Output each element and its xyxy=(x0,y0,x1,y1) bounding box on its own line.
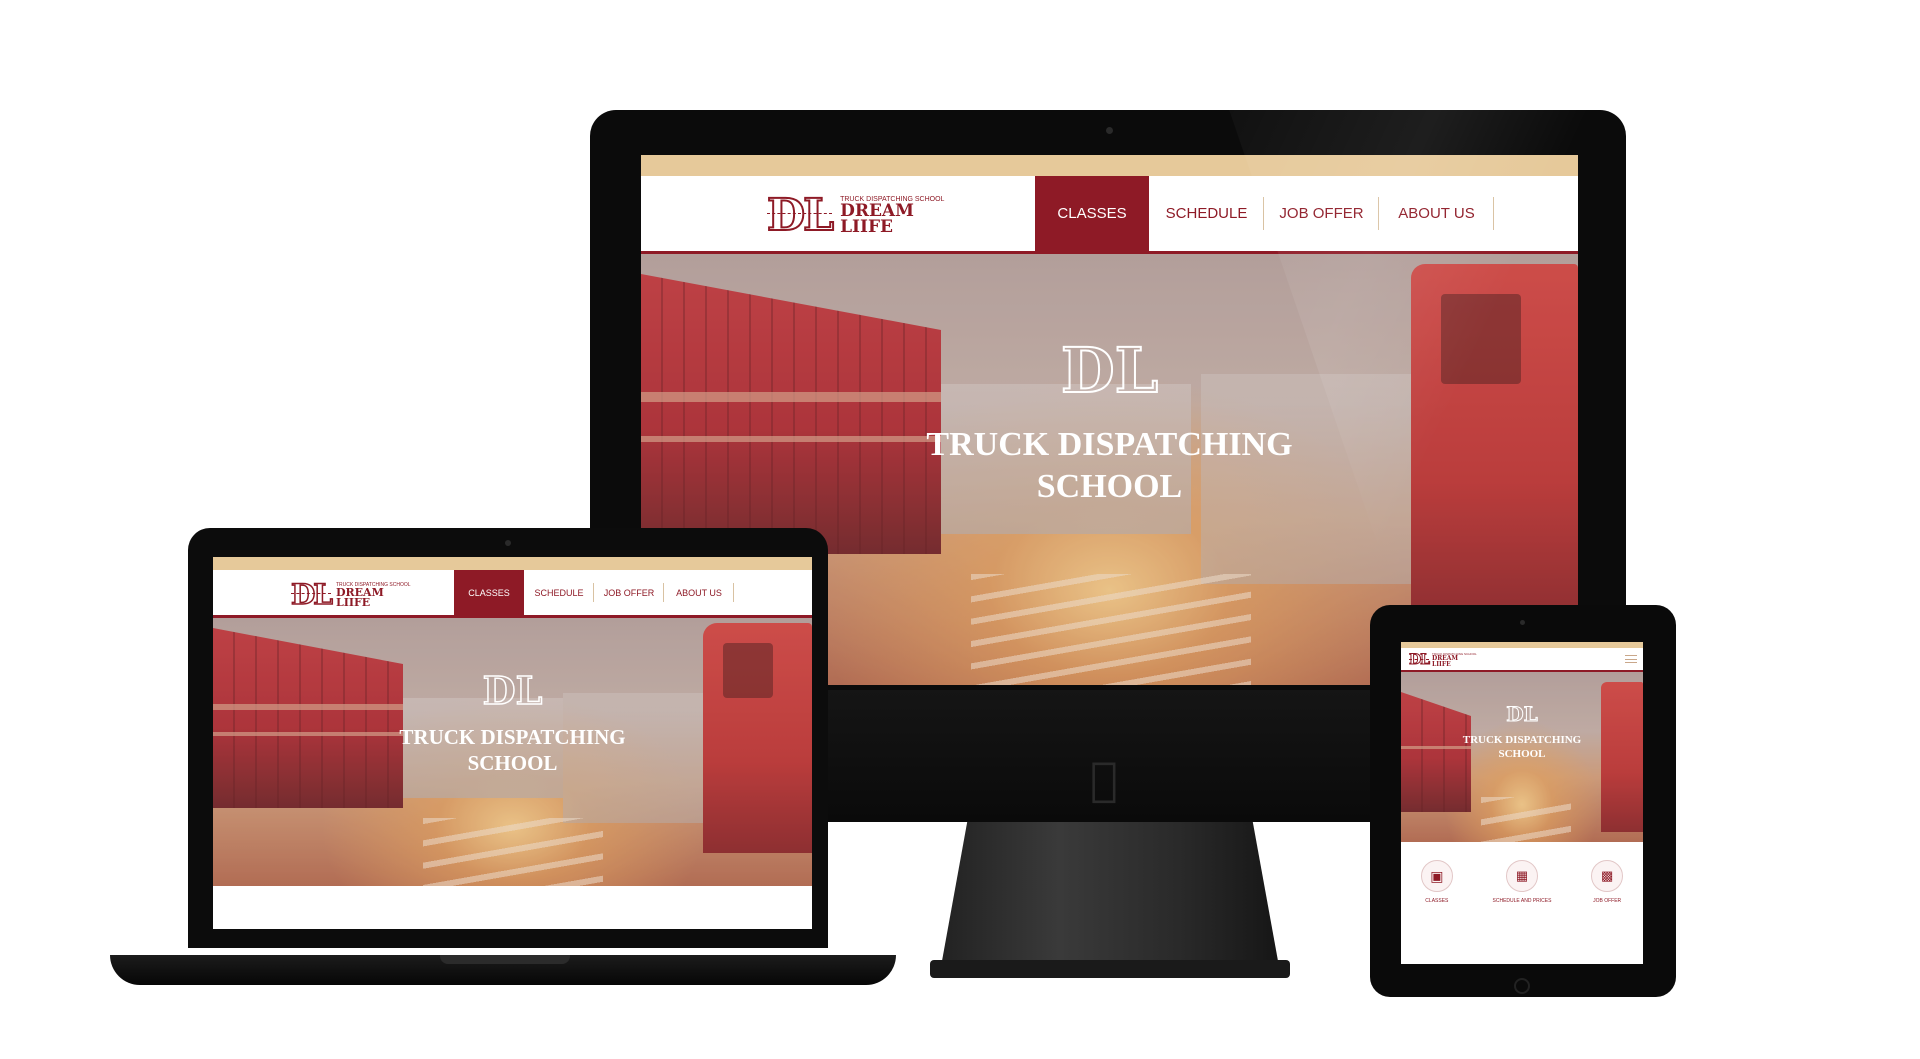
logo-name-line2: LIIFE xyxy=(335,595,371,609)
logo-mark: DL xyxy=(290,577,333,612)
briefcase-icon: ▩ xyxy=(1591,860,1624,892)
site-logo[interactable]: DL TRUCK DISPATCHING SCHOOL DREAM LIIFE xyxy=(290,577,410,612)
laptop-notch xyxy=(440,955,570,964)
hero-title-line2: SCHOOL xyxy=(1036,468,1183,505)
hero-title-line1: TRUCK DISPATCHING xyxy=(399,725,626,749)
feature-label: JOB OFFER xyxy=(1593,898,1622,904)
site-header: DL TRUCK DISPATCHING SCHOOL DREAM LIIFE … xyxy=(641,176,1578,254)
hero-title-line2: SCHOOL xyxy=(467,751,558,775)
nav-about-us[interactable]: ABOUT US xyxy=(1379,176,1494,251)
monitor-stand xyxy=(940,822,1280,972)
monitor-icon: ▣ xyxy=(1420,860,1453,892)
logo-name-line2: LIIFE xyxy=(840,217,893,237)
tablet-website: DL TRUCK DISPATCHING SCHOOL DREAM LIIFE … xyxy=(1401,642,1643,964)
hero-logo-mark: DL xyxy=(1060,333,1159,408)
nav-job-offer[interactable]: JOB OFFER xyxy=(1264,176,1379,251)
top-strip xyxy=(641,155,1578,176)
hero-title-line1: TRUCK DISPATCHING xyxy=(926,426,1293,463)
apple-logo-icon:  xyxy=(1090,752,1118,806)
site-header: DL TRUCK DISPATCHING SCHOOL DREAM LIIFE xyxy=(1401,648,1643,672)
hero-logo-mark: DL xyxy=(1506,702,1538,727)
tablet-camera-icon xyxy=(1520,620,1525,625)
hero-title-line2: SCHOOL xyxy=(1498,748,1546,760)
logo-name-line2: LIIFE xyxy=(1431,661,1451,668)
top-strip xyxy=(213,557,812,570)
site-logo[interactable]: DL TRUCK DISPATCHING SCHOOL DREAM LIIFE xyxy=(766,189,944,242)
hero-banner: DL TRUCK DISPATCHING SCHOOL xyxy=(213,618,812,886)
calendar-icon: ▦ xyxy=(1505,860,1538,892)
laptop-website: DL TRUCK DISPATCHING SCHOOL DREAM LIIFE … xyxy=(213,557,812,929)
nav-schedule[interactable]: SCHEDULE xyxy=(1149,176,1264,251)
logo-mark: DL xyxy=(1409,652,1431,669)
hero-logo-mark: DL xyxy=(482,667,543,714)
nav-job-offer[interactable]: JOB OFFER xyxy=(594,570,664,615)
nav-classes[interactable]: CLASSES xyxy=(1035,176,1149,251)
site-header: DL TRUCK DISPATCHING SCHOOL DREAM LIIFE … xyxy=(213,570,812,618)
site-logo[interactable]: DL TRUCK DISPATCHING SCHOOL DREAM LIIFE xyxy=(1409,652,1477,669)
nav-about-us[interactable]: ABOUT US xyxy=(664,570,734,615)
nav-classes[interactable]: CLASSES xyxy=(454,570,524,615)
feature-schedule[interactable]: ▦ SCHEDULE AND PRICES xyxy=(1492,860,1552,904)
feature-classes[interactable]: ▣ CLASSES xyxy=(1420,860,1453,904)
feature-label: CLASSES xyxy=(1425,898,1449,904)
menu-hamburger-icon[interactable] xyxy=(1625,655,1637,663)
feature-job-offer[interactable]: ▩ JOB OFFER xyxy=(1591,860,1624,904)
logo-mark: DL xyxy=(766,189,835,242)
laptop-camera-icon xyxy=(505,540,511,546)
home-button[interactable] xyxy=(1514,978,1530,994)
main-nav: CLASSES SCHEDULE JOB OFFER ABOUT US xyxy=(1035,176,1494,251)
main-nav: CLASSES SCHEDULE JOB OFFER ABOUT US xyxy=(454,570,734,615)
feature-label: SCHEDULE AND PRICES xyxy=(1492,898,1552,904)
feature-list: ▣ CLASSES ▦ SCHEDULE AND PRICES ▩ JOB OF… xyxy=(1401,860,1643,904)
hero-title-line1: TRUCK DISPATCHING xyxy=(1462,734,1582,746)
hero-banner: DL TRUCK DISPATCHING SCHOOL xyxy=(1401,672,1643,842)
monitor-base xyxy=(930,960,1290,978)
camera-icon xyxy=(1106,127,1113,134)
nav-schedule[interactable]: SCHEDULE xyxy=(524,570,594,615)
